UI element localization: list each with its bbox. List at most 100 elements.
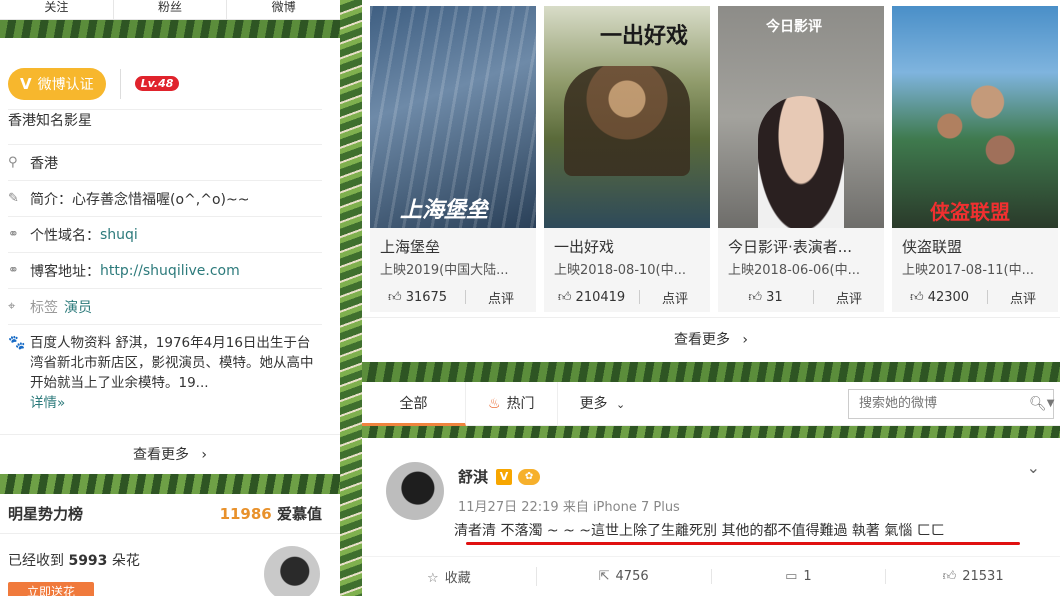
link-icon: ⚭ <box>8 263 19 278</box>
paw-icon: 🐾 <box>8 335 26 351</box>
movie-title[interactable]: 侠盗联盟 <box>892 228 1058 257</box>
tab-more-label: 更多 <box>579 395 608 412</box>
tag-icon: ⌖ <box>8 299 16 314</box>
divider <box>119 68 121 99</box>
tab-all[interactable]: 全部 <box>362 381 466 426</box>
movie-like-button[interactable]: 👍︎ 42300 <box>892 290 987 305</box>
search-input[interactable] <box>849 390 1029 417</box>
movie-card[interactable]: 上海堡垒 上海堡垒 上映2019(中国大陆... 👍︎ 31675 点评 <box>370 6 536 312</box>
repost-count: 4756 <box>615 569 649 584</box>
movie-poster[interactable]: 侠盗联盟 <box>892 6 1058 228</box>
bio-details-link[interactable]: 详情» <box>30 395 65 411</box>
tab-following[interactable]: 关注 <box>0 0 114 19</box>
movie-actions: 👍︎ 31675 点评 <box>370 282 536 312</box>
flowers-section: 已经收到 5993 朵花 立即送花 <box>0 534 340 596</box>
like-count: 21531 <box>962 569 1004 584</box>
movie-like-button[interactable]: 👍︎ 31675 <box>370 290 465 305</box>
movie-poster[interactable]: 一出好戏 <box>544 6 710 228</box>
see-more-label: 查看更多 <box>673 332 730 348</box>
fire-icon: ♨ <box>488 395 501 412</box>
background-banner <box>362 362 1060 382</box>
movie-release-date: 上映2018-08-10(中... <box>554 263 687 278</box>
thumbs-up-icon: 👍︎ <box>557 289 572 305</box>
info-blog: ⚭ 博客地址： http://shuqilive.com <box>8 253 322 289</box>
post-text: 清者清 不落濁 ~ ~ ~這世上除了生離死別 其他的都不值得難過 執著 氣惱 ㄈ… <box>454 523 945 539</box>
info-tags: ⌖ 标签 演员 <box>8 289 322 325</box>
movie-review-button[interactable]: 点评 <box>466 288 536 307</box>
movie-title[interactable]: 一出好戏 <box>544 228 710 257</box>
location-value: 香港 <box>30 155 58 172</box>
tab-weibo[interactable]: 微博 <box>227 0 340 19</box>
edit-icon: ✎ <box>8 191 19 206</box>
chevron-down-icon: ⌄ <box>616 397 626 411</box>
movie-review-button[interactable]: 点评 <box>988 288 1058 307</box>
star-icon: ☆ <box>427 571 439 586</box>
level-badge[interactable]: Lv.48 <box>134 76 180 91</box>
movie-like-button[interactable]: 👍︎ 210419 <box>544 290 639 305</box>
post-meta[interactable]: 11月27日 22:19 来自 iPhone 7 Plus <box>458 496 680 515</box>
movie-poster[interactable]: 上海堡垒 <box>370 6 536 228</box>
movie-poster[interactable]: 今日影评 <box>718 6 884 228</box>
blog-label: 博客地址： <box>30 263 100 280</box>
avatar[interactable] <box>386 462 444 520</box>
chevron-right-icon: › <box>742 332 749 348</box>
movie-card[interactable]: 今日影评 今日影评·表演者... 上映2018-06-06(中... 👍︎ 31… <box>718 6 884 312</box>
blog-link[interactable]: http://shuqilive.com <box>100 263 240 279</box>
bio-text: 百度人物资料 舒淇，1976年4月16日出生于台湾省新北市新店区，影视演员、模特… <box>30 335 314 391</box>
verify-button[interactable]: V 微博认证 <box>8 67 106 100</box>
movie-card[interactable]: 一出好戏 一出好戏 上映2018-08-10(中... 👍︎ 210419 点评 <box>544 6 710 312</box>
background-banner <box>362 426 1060 438</box>
vip-icon[interactable]: ✿ <box>518 468 541 485</box>
flowers-count: 5993 <box>68 553 108 569</box>
star-power-panel: 明星势力榜 11986 爱慕值 已经收到 5993 朵花 立即送花 <box>0 494 340 596</box>
info-intro: ✎ 简介： 心存善念惜福喔(o^,^o)~~ <box>8 181 322 217</box>
tab-hot[interactable]: ♨ 热门 <box>466 381 558 426</box>
comment-button[interactable]: ▭ 1 <box>712 569 887 584</box>
verified-v-icon[interactable]: V <box>496 468 513 485</box>
verify-label: 微博认证 <box>37 76 94 93</box>
profile-see-more[interactable]: 查看更多 › <box>0 434 340 474</box>
score-label: 爱慕值 <box>276 505 322 523</box>
like-button[interactable]: 👍︎ 21531 <box>886 569 1060 584</box>
annotation-underline <box>466 542 1020 545</box>
favorite-label: 收藏 <box>444 571 471 586</box>
movie-actions: 👍︎ 31 点评 <box>718 282 884 312</box>
domain-link[interactable]: shuqi <box>100 227 138 243</box>
star-power-title[interactable]: 明星势力榜 <box>8 503 83 524</box>
chevron-down-icon[interactable]: ⌄ <box>1027 458 1040 477</box>
send-flowers-button[interactable]: 立即送花 <box>8 582 94 596</box>
movie-title[interactable]: 今日影评·表演者... <box>718 228 884 257</box>
weibo-post: 舒淇 V ✿ ⌄ 11月27日 22:19 来自 iPhone 7 Plus 清… <box>362 438 1060 596</box>
movie-like-button[interactable]: 👍︎ 31 <box>718 290 813 305</box>
movie-actions: 👍︎ 210419 点评 <box>544 282 710 312</box>
background-banner <box>0 474 340 494</box>
search-icon[interactable]: 🔍︎ <box>1029 396 1047 412</box>
thumbs-up-icon: 👍︎ <box>387 289 402 305</box>
profile-card: V 微博认证 Lv.48 香港知名影星 ⚲ 香港 ✎ 简介： 心存善念惜福喔(o… <box>0 38 340 474</box>
caret-down-icon[interactable]: ▼ <box>1047 398 1055 409</box>
movie-release-date: 上映2017-08-11(中... <box>902 263 1035 278</box>
comment-count: 1 <box>803 569 812 584</box>
avatar[interactable] <box>264 546 320 596</box>
poster-title: 一出好戏 <box>600 24 689 49</box>
post-author: 舒淇 V ✿ <box>458 466 541 487</box>
movies-see-more[interactable]: 查看更多 › <box>362 318 1060 362</box>
movie-release-date: 上映2018-06-06(中... <box>728 263 861 278</box>
tag-link[interactable]: 演员 <box>64 297 92 317</box>
share-icon: ⇱ <box>598 569 610 584</box>
repost-button[interactable]: ⇱ 4756 <box>537 569 712 584</box>
movie-review-button[interactable]: 点评 <box>814 288 884 307</box>
chevron-right-icon: › <box>201 447 208 463</box>
domain-label: 个性域名： <box>30 227 100 244</box>
bio: 🐾 百度人物资料 舒淇，1976年4月16日出生于台湾省新北市新店区，影视演员、… <box>8 325 322 413</box>
tab-fans[interactable]: 粉丝 <box>114 0 228 19</box>
movie-card[interactable]: 侠盗联盟 侠盗联盟 上映2017-08-11(中... 👍︎ 42300 点评 <box>892 6 1058 312</box>
poster-title: 侠盗联盟 <box>930 200 1010 224</box>
movie-review-button[interactable]: 点评 <box>640 288 710 307</box>
favorite-button[interactable]: ☆ 收藏 <box>362 567 537 586</box>
like-count: 31675 <box>405 289 448 305</box>
author-name[interactable]: 舒淇 <box>458 466 488 487</box>
tab-more[interactable]: 更多 ⌄ <box>558 382 648 426</box>
movie-title[interactable]: 上海堡垒 <box>370 228 536 257</box>
info-location: ⚲ 香港 <box>8 145 322 181</box>
